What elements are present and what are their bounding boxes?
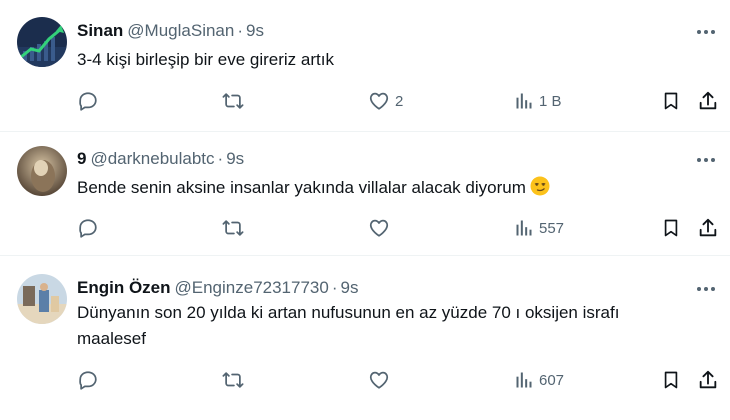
user-handle[interactable]: @MuglaSinan [127, 21, 234, 40]
display-name[interactable]: Sinan [77, 21, 123, 40]
heart-icon [369, 92, 389, 110]
separator: · [331, 278, 338, 297]
tweet-text-content: Bende senin aksine insanlar yakında vill… [77, 178, 526, 197]
reply-button[interactable] [77, 215, 104, 241]
reply-icon [79, 219, 97, 238]
tweet-text: 3-4 kişi birleşip bir eve gireriz artık [77, 47, 697, 73]
more-options-icon[interactable] [694, 150, 718, 170]
analytics-icon [516, 93, 532, 109]
user-handle[interactable]: @Enginze72317730 [175, 278, 329, 297]
separator: · [237, 21, 244, 40]
tweet-text-line: maalesef [77, 329, 146, 348]
more-options-icon[interactable] [694, 22, 718, 42]
tweet-header: 9 @darknebulabtc · 9s [77, 148, 244, 170]
share-button[interactable] [697, 88, 719, 114]
tweet-header: Engin Özen @Enginze72317730 · 9s [77, 277, 358, 299]
bookmark-icon [664, 92, 678, 110]
avatar-image [17, 274, 67, 324]
display-name[interactable]: Engin Özen [77, 278, 171, 297]
views-button[interactable]: 607 [514, 367, 564, 393]
avatar-image [17, 146, 67, 196]
like-button[interactable] [368, 367, 395, 393]
share-icon [699, 91, 717, 110]
action-bar: 557 [77, 215, 719, 241]
display-name[interactable]: 9 [77, 149, 86, 168]
analytics-icon [516, 220, 532, 236]
analytics-icon [516, 372, 532, 388]
views-count: 1 B [539, 92, 562, 110]
separator: · [217, 149, 224, 168]
retweet-button[interactable] [221, 367, 250, 393]
user-handle[interactable]: @darknebulabtc [90, 149, 214, 168]
heart-icon [369, 371, 389, 389]
share-button[interactable] [697, 215, 719, 241]
tweet[interactable]: Sinan @MuglaSinan · 9s 3-4 kişi birleşip bi… [0, 0, 730, 132]
tweet-text: Bende senin aksine insanlar yakında vill… [77, 175, 697, 201]
avatar[interactable] [17, 17, 67, 67]
bookmark-icon [664, 371, 678, 389]
bookmark-icon [664, 219, 678, 237]
reply-icon [79, 371, 97, 390]
retweet-button[interactable] [221, 215, 250, 241]
retweet-button[interactable] [221, 88, 250, 114]
tweet-text: Dünyanın son 20 yılda ki artan nufusunun… [77, 300, 697, 352]
tweet-header: Sinan @MuglaSinan · 9s [77, 20, 264, 42]
bookmark-button[interactable] [661, 88, 681, 114]
views-count: 557 [539, 219, 565, 237]
reply-button[interactable] [77, 367, 104, 393]
more-options-icon[interactable] [694, 279, 718, 299]
like-button[interactable] [368, 215, 395, 241]
tweet-text-line: Dünyanın son 20 yılda ki artan nufusunun… [77, 303, 620, 322]
reply-button[interactable] [77, 88, 104, 114]
tweet-text-line: 3-4 kişi birleşip bir eve gireriz artık [77, 50, 334, 69]
avatar[interactable] [17, 274, 67, 324]
smirking-face-emoji [530, 176, 550, 196]
share-icon [699, 370, 717, 389]
share-button[interactable] [697, 367, 719, 393]
retweet-icon [222, 220, 244, 236]
reply-feed: Sinan @MuglaSinan · 9s 3-4 kişi birleşip bi… [0, 0, 730, 420]
views-button[interactable]: 1 B [514, 88, 562, 114]
like-button[interactable]: 2 [368, 88, 403, 114]
views-button[interactable]: 557 [514, 215, 564, 241]
views-count: 607 [539, 371, 565, 389]
timestamp[interactable]: 9s [341, 278, 359, 297]
timestamp[interactable]: 9s [226, 149, 244, 168]
like-count: 2 [395, 92, 404, 110]
timestamp[interactable]: 9s [246, 21, 264, 40]
tweet[interactable]: 9 @darknebulabtc · 9s Bende senin aksine in… [0, 132, 730, 256]
retweet-icon [222, 372, 244, 388]
avatar[interactable] [17, 146, 67, 196]
action-bar: 2 1 B [77, 88, 719, 114]
heart-icon [369, 219, 389, 237]
avatar-image [17, 17, 67, 67]
bookmark-button[interactable] [661, 367, 681, 393]
action-bar: 607 [77, 367, 719, 393]
bookmark-button[interactable] [661, 215, 681, 241]
retweet-icon [222, 93, 244, 109]
tweet[interactable]: Engin Özen @Enginze72317730 · 9s Dünyanın s… [0, 256, 730, 420]
share-icon [699, 218, 717, 237]
tweet-text-line: Bende senin aksine insanlar yakında vill… [77, 175, 697, 201]
reply-icon [79, 92, 97, 111]
